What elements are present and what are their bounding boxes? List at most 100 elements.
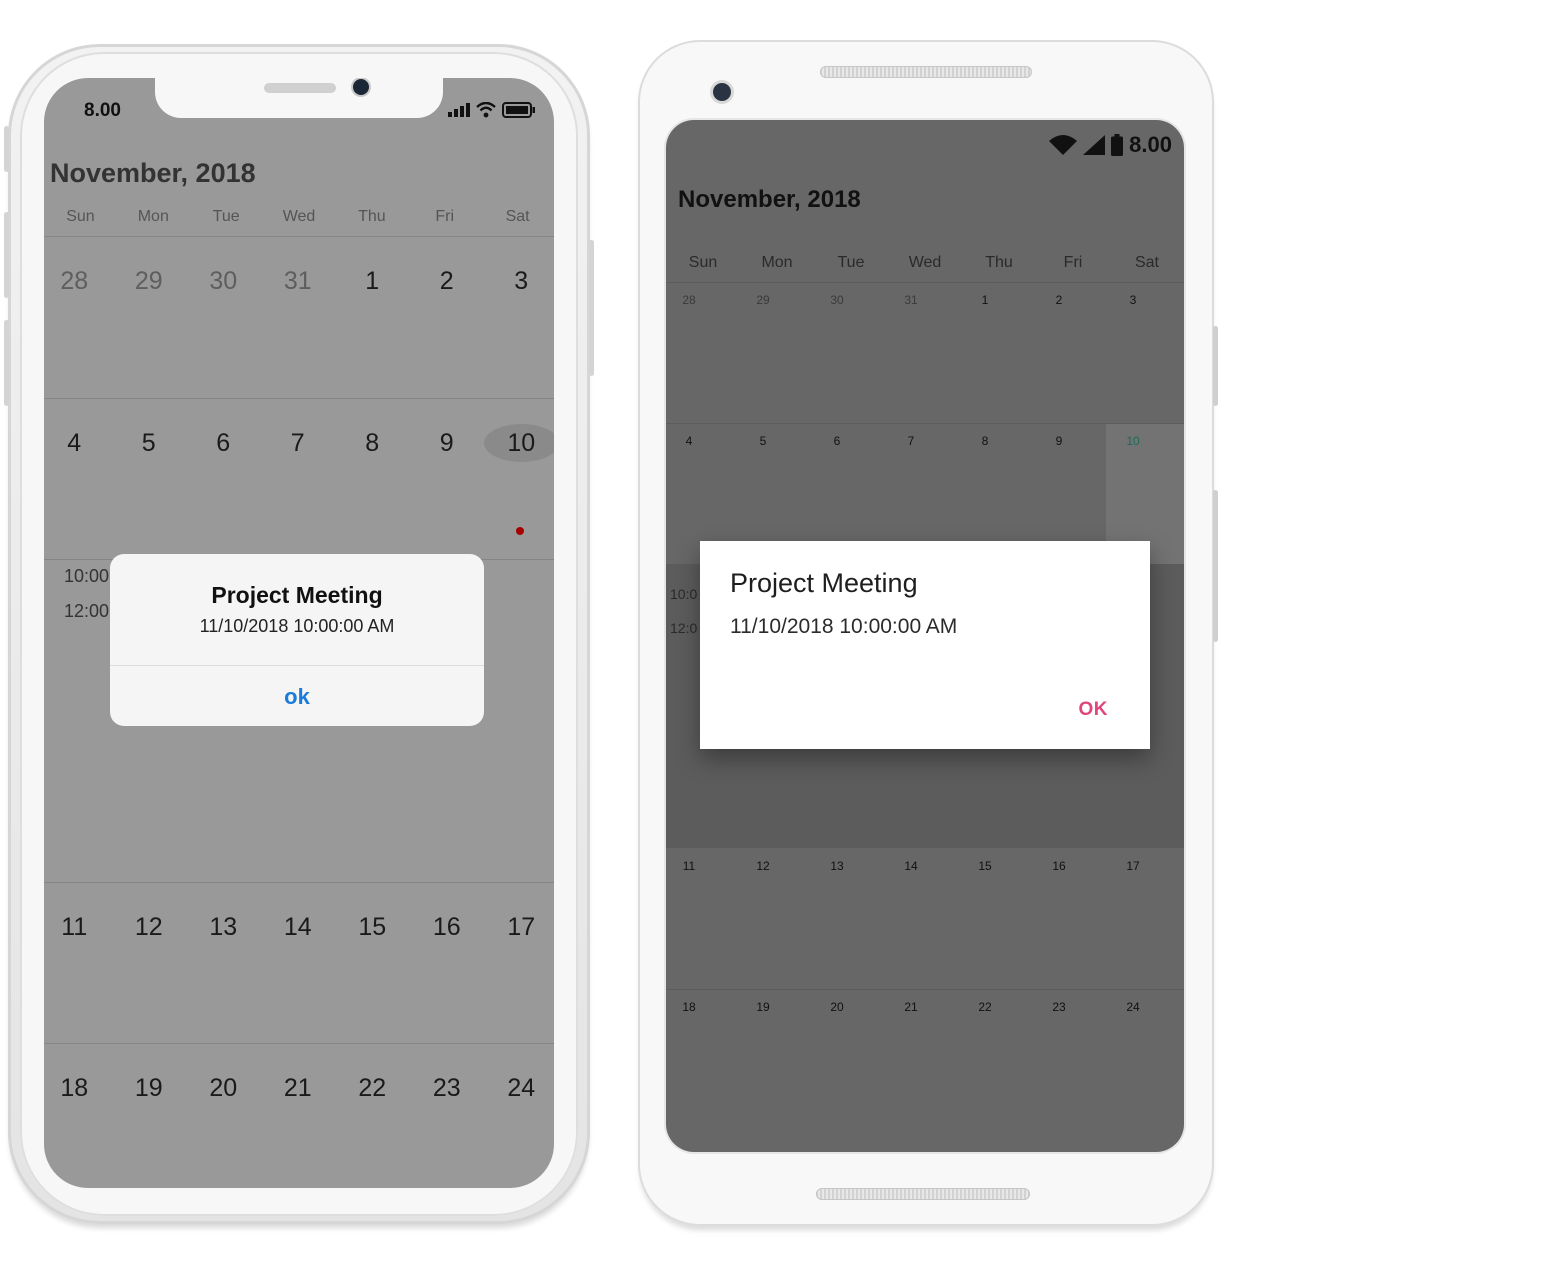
day-cell[interactable]: 14 (261, 913, 336, 942)
day-cell[interactable]: 13 (186, 913, 261, 942)
day-cell[interactable]: 30 (186, 267, 261, 296)
day-cell[interactable]: 11 (666, 859, 726, 873)
day-cell[interactable]: 4 (44, 429, 112, 462)
day-cell[interactable]: 13 (800, 859, 874, 873)
weekday-label: Sun (66, 208, 95, 225)
earpiece-speaker (264, 83, 336, 93)
weekday-header: Sun Mon Tue Wed Thu Fri Sat (666, 254, 1184, 283)
notch (155, 78, 443, 118)
today-marker: 10 (484, 424, 554, 462)
alert-ok-button[interactable]: ok (110, 666, 484, 726)
power-button (1213, 326, 1218, 406)
agenda-time: 12:00 (64, 601, 110, 621)
weekday-label: Mon (137, 208, 169, 225)
day-cell[interactable]: 1 (948, 293, 1022, 307)
power-button (589, 240, 594, 376)
day-cell[interactable]: 15 (335, 913, 410, 942)
day-cell[interactable]: 29 (726, 293, 800, 307)
day-cell[interactable]: 31 (874, 293, 948, 307)
day-cell[interactable]: 14 (874, 859, 948, 873)
bottom-speaker-grille (816, 1188, 1030, 1200)
day-cell[interactable]: 23 (1022, 1000, 1096, 1014)
day-cell[interactable]: 22 (948, 1000, 1022, 1014)
day-cell[interactable]: 4 (666, 434, 726, 448)
day-cell[interactable]: 29 (112, 267, 187, 296)
day-cell[interactable]: 5 (112, 429, 187, 462)
month-title: November, 2018 (678, 186, 861, 213)
selected-day-cell[interactable]: 10 (1096, 434, 1170, 448)
day-cell[interactable]: 24 (484, 1074, 554, 1103)
day-cell[interactable]: 12 (726, 859, 800, 873)
day-cell[interactable]: 6 (186, 429, 261, 462)
volume-rocker (1213, 490, 1218, 642)
day-cell[interactable]: 3 (484, 267, 554, 296)
ios-screen: 8.00 November, 2018 Sun Mon Tue Wed Thu … (44, 78, 554, 1188)
day-cell[interactable]: 19 (726, 1000, 800, 1014)
agenda-time: 10:00 (64, 566, 110, 586)
day-cell[interactable]: 21 (874, 1000, 948, 1014)
day-cell[interactable]: 8 (335, 429, 410, 462)
silent-switch (4, 126, 9, 172)
day-cell[interactable]: 3 (1096, 293, 1170, 307)
week-row: 18 19 20 21 22 23 24 (44, 1044, 554, 1188)
appointment-alert: Project Meeting 11/10/2018 10:00:00 AM o… (110, 554, 484, 726)
dialog-ok-button[interactable]: OK (1079, 699, 1109, 721)
day-cell[interactable]: 6 (800, 434, 874, 448)
day-cell[interactable]: 7 (261, 429, 336, 462)
day-cell[interactable]: 11 (44, 913, 112, 942)
selected-day-cell[interactable]: 10 (484, 424, 554, 462)
status-icons (448, 100, 536, 120)
event-indicator-dot (516, 527, 524, 535)
weekday-label: Sun (688, 254, 718, 271)
day-cell[interactable]: 20 (186, 1074, 261, 1103)
day-cell[interactable]: 1 (335, 267, 410, 296)
day-cell[interactable]: 28 (44, 267, 112, 296)
status-time: 8.00 (84, 100, 121, 121)
day-cell[interactable]: 28 (666, 293, 726, 307)
day-cell[interactable]: 7 (874, 434, 948, 448)
day-cell[interactable]: 21 (261, 1074, 336, 1103)
wifi-icon (476, 102, 496, 118)
day-cell[interactable]: 5 (726, 434, 800, 448)
dialog-message: 11/10/2018 10:00:00 AM (730, 615, 958, 638)
appointment-dialog: Project Meeting 11/10/2018 10:00:00 AM O… (700, 541, 1150, 749)
day-cell[interactable]: 9 (410, 429, 485, 462)
weekday-label: Mon (761, 254, 793, 271)
day-cell[interactable]: 12 (112, 913, 187, 942)
day-cell[interactable]: 18 (666, 1000, 726, 1014)
week-row: 28 29 30 31 1 2 3 (44, 237, 554, 399)
day-cell[interactable]: 24 (1096, 1000, 1170, 1014)
week-row: 18 19 20 21 22 23 24 (666, 990, 1184, 1152)
day-cell[interactable]: 18 (44, 1074, 112, 1103)
day-cell[interactable]: 9 (1022, 434, 1096, 448)
dialog-title: Project Meeting (730, 568, 918, 598)
agenda-time: 10:0 (670, 586, 698, 602)
day-cell[interactable]: 22 (335, 1074, 410, 1103)
day-cell[interactable]: 8 (948, 434, 1022, 448)
day-cell[interactable]: 19 (112, 1074, 187, 1103)
day-cell[interactable]: 2 (1022, 293, 1096, 307)
day-cell[interactable]: 15 (948, 859, 1022, 873)
front-camera-icon (713, 83, 731, 101)
weekday-label: Thu (358, 208, 386, 225)
month-title: November, 2018 (50, 158, 256, 188)
day-cell[interactable]: 2 (410, 267, 485, 296)
day-cell[interactable]: 23 (410, 1074, 485, 1103)
day-cell[interactable]: 30 (800, 293, 874, 307)
weekday-label: Fri (1063, 254, 1083, 271)
weekday-label: Tue (212, 208, 240, 225)
top-speaker-grille (820, 66, 1032, 78)
week-row: 11 12 13 14 15 16 17 (666, 849, 1184, 990)
day-cell[interactable]: 16 (410, 913, 485, 942)
day-cell[interactable]: 17 (484, 913, 554, 942)
weekday-label: Wed (282, 208, 316, 225)
battery-icon (502, 102, 535, 118)
day-cell[interactable]: 31 (261, 267, 336, 296)
day-cell[interactable]: 17 (1096, 859, 1170, 873)
day-cell[interactable]: 20 (800, 1000, 874, 1014)
weekday-label: Sat (1134, 254, 1159, 271)
alert-title: Project Meeting (211, 582, 383, 608)
day-cell[interactable]: 16 (1022, 859, 1096, 873)
week-row: 11 12 13 14 15 16 17 (44, 883, 554, 1044)
weekday-label: Fri (435, 208, 455, 225)
